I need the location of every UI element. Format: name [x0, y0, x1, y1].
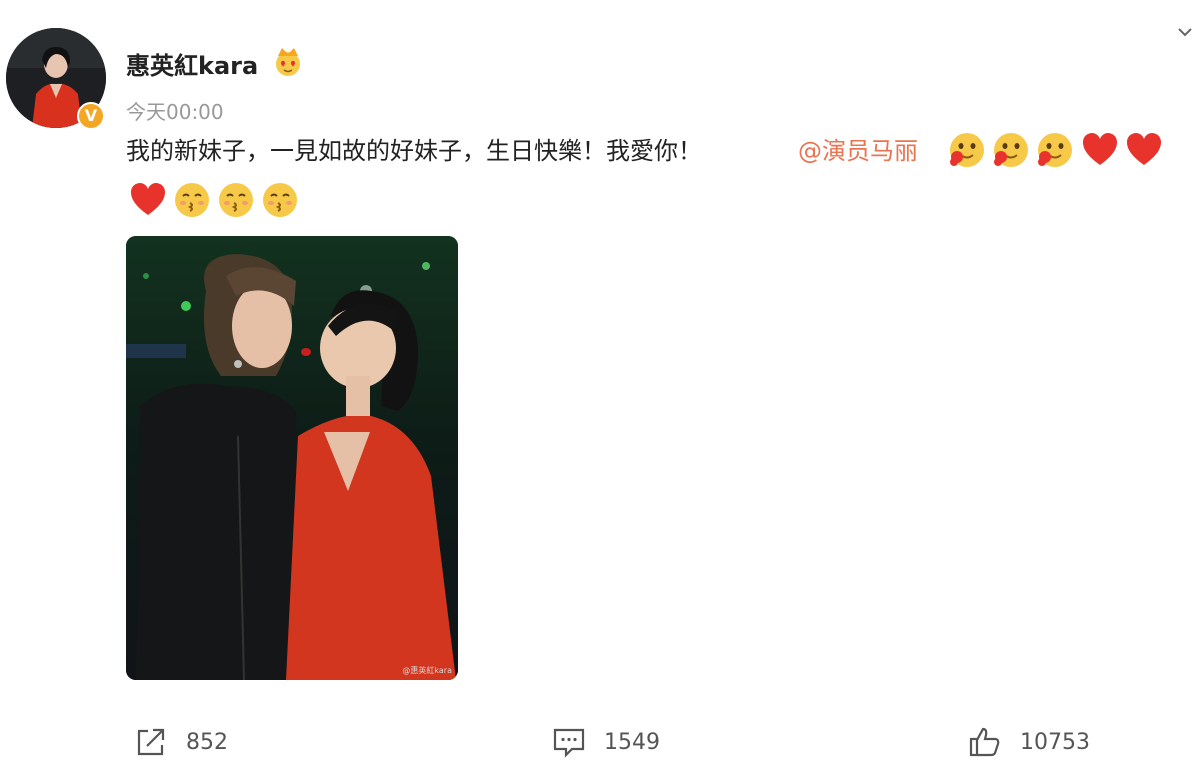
verified-badge: V — [77, 102, 105, 130]
post-text: 我的新妹子，一見如故的好妹子，生日快樂！我愛你！ — [126, 137, 702, 165]
red-heart-emoji — [1083, 133, 1117, 165]
like-count: 10753 — [1020, 729, 1090, 755]
red-heart-emoji — [1127, 133, 1161, 165]
blush-hearts-emoji — [1038, 133, 1072, 167]
blush-hearts-emoji — [994, 133, 1028, 167]
comment-icon — [553, 728, 585, 758]
username[interactable]: 惠英紅kara — [126, 46, 258, 81]
blush-hearts-emoji — [950, 133, 984, 167]
kissing-emoji — [175, 183, 209, 217]
comment-button[interactable]: 1549 — [552, 722, 660, 762]
chevron-down-icon[interactable] — [1176, 24, 1194, 42]
share-count: 852 — [186, 729, 228, 755]
like-button[interactable]: 10753 — [968, 722, 1090, 762]
kissing-emoji — [263, 183, 297, 217]
share-icon — [137, 728, 165, 756]
crown-icon — [276, 48, 300, 76]
image-watermark: @惠英紅kara — [402, 666, 452, 675]
mention-link[interactable]: @演员马丽 — [798, 133, 918, 169]
red-heart-emoji — [131, 183, 165, 215]
weibo-post-card: V 惠英紅kara 今天00:00 我的新妹子，一見如故的好妹子，生日快樂！我愛… — [0, 0, 1194, 782]
post-timestamp: 今天00:00 — [126, 100, 224, 124]
kissing-emoji — [219, 183, 253, 217]
comment-count: 1549 — [604, 729, 660, 755]
share-button[interactable]: 852 — [134, 722, 228, 762]
post-image[interactable]: @惠英紅kara — [126, 236, 458, 680]
thumbs-up-icon — [969, 727, 1000, 757]
